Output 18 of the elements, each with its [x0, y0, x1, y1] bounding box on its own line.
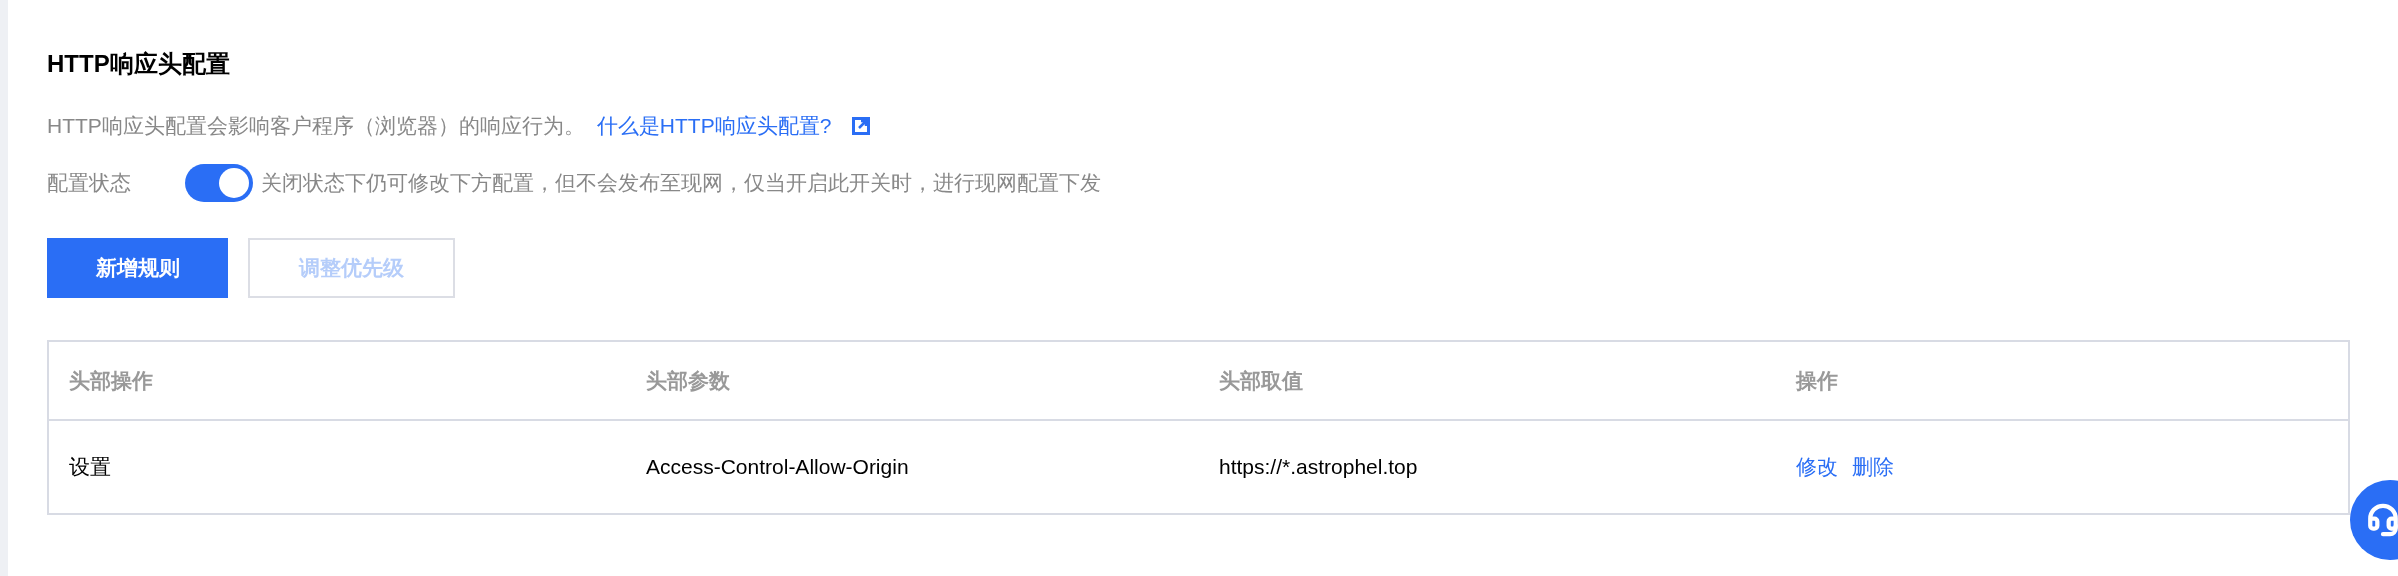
- table-cell-text: Access-Control-Allow-Origin: [646, 454, 909, 481]
- add-rule-button[interactable]: 新增规则: [47, 238, 228, 298]
- column-header: 头部取值: [1219, 367, 1303, 394]
- config-status-label: 配置状态: [47, 170, 132, 196]
- edit-link[interactable]: 修改: [1796, 451, 1838, 483]
- table-cell-text: https://*.astrophel.top: [1219, 454, 1418, 481]
- section-title: HTTP响应头配置: [47, 49, 231, 79]
- column-header: 操作: [1796, 367, 1838, 394]
- headset-icon: [2366, 503, 2398, 537]
- status-toggle[interactable]: [185, 164, 253, 202]
- external-link-icon[interactable]: [851, 116, 872, 136]
- column-header: 头部操作: [69, 367, 153, 394]
- column-header: 头部参数: [646, 367, 730, 394]
- delete-link[interactable]: 删除: [1852, 451, 1894, 483]
- status-hint: 关闭状态下仍可修改下方配置，但不会发布至现网，仅当开启此开关时，进行现网配置下发: [261, 170, 1101, 196]
- table-cell-text: 设置: [69, 454, 111, 481]
- help-link[interactable]: 什么是HTTP响应头配置?: [596, 110, 832, 142]
- description-text: HTTP响应头配置会影响客户程序（浏览器）的响应行为。: [47, 113, 585, 139]
